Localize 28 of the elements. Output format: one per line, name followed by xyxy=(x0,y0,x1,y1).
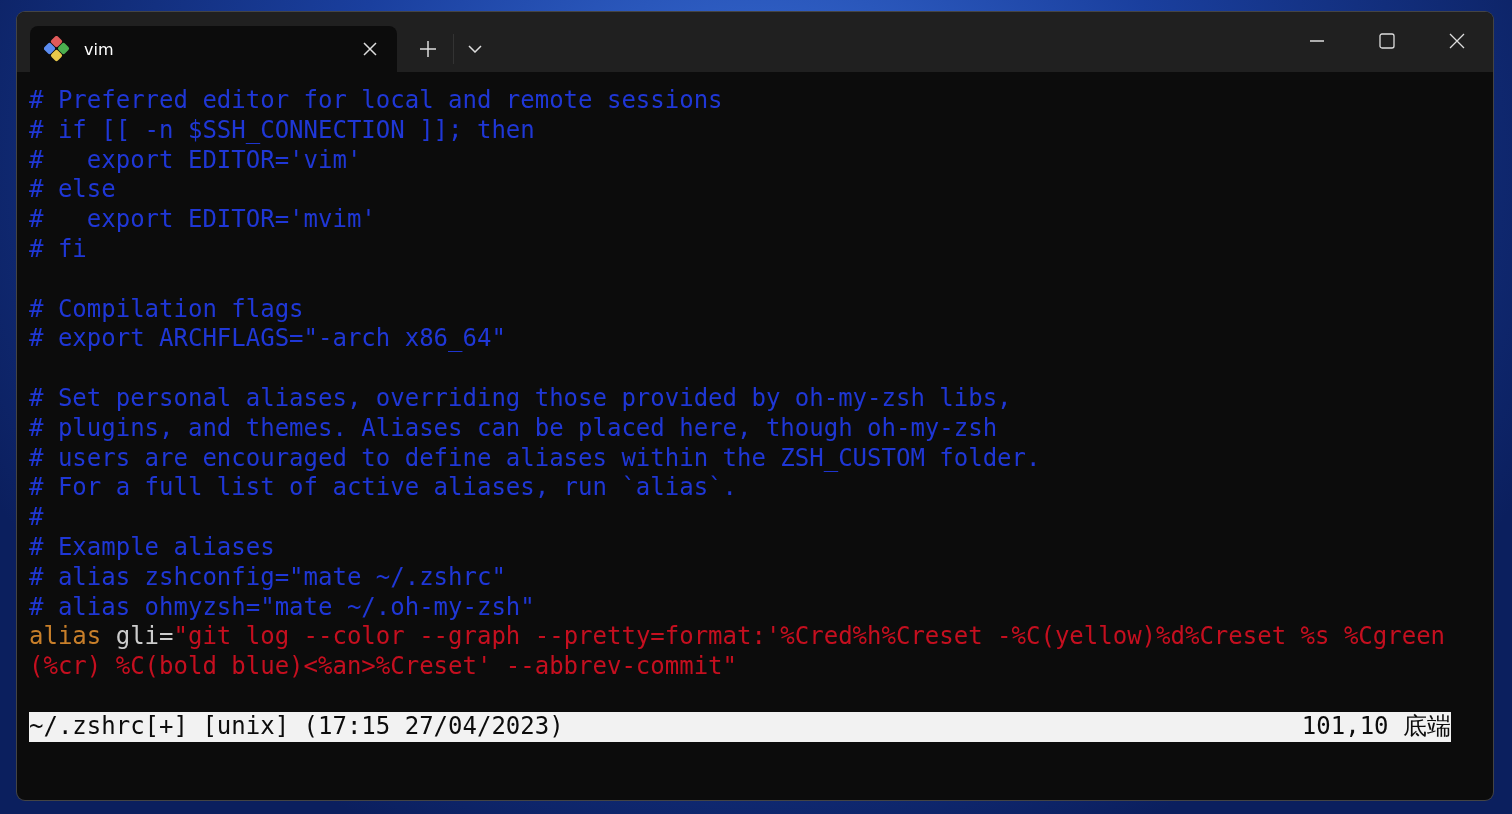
cursor-position: 101,10 底端 xyxy=(1301,711,1451,742)
comment-line: # alias ohmyzsh="mate ~/.oh-my-zsh" xyxy=(29,592,536,623)
new-tab-icon[interactable] xyxy=(419,40,437,58)
app-icon xyxy=(44,36,70,62)
comment-line: # export EDITOR='vim' xyxy=(29,145,363,176)
comment-line: # For a full list of active aliases, run `alias`. xyxy=(29,473,738,504)
close-tab-icon[interactable] xyxy=(363,42,377,56)
code-line: alias gli="git log --color --graph --pretty=format:'%Cred%h%Creset -%C(yellow)%d%Creset %s %Cgreen xyxy=(29,622,1447,653)
close-icon[interactable] xyxy=(1449,33,1465,49)
comment-line: # fi xyxy=(29,235,88,265)
comment-line: # else xyxy=(29,175,117,206)
comment-line: # plugins, and themes. Aliases can be placed here, though oh-my-zsh xyxy=(29,413,999,444)
comment-line: # export EDITOR='mvim' xyxy=(29,205,377,235)
comment-line: # Compilation flags xyxy=(29,294,305,325)
tab-title: vim xyxy=(84,39,115,59)
terminal-tab[interactable]: vim xyxy=(30,26,397,72)
comment-line: # alias zshconfig="mate ~/.zshrc" xyxy=(29,562,507,593)
comment-line: # xyxy=(29,503,45,533)
comment-line: # export ARCHFLAGS="-arch x86_64" xyxy=(29,324,507,355)
comment-line: # if [[ -n $SSH_CONNECTION ]]; then xyxy=(29,115,536,146)
code-line: (%cr) %C(bold blue)<%an>%Creset' --abbrev-commit" xyxy=(29,652,738,682)
file-info: ~/.zshrc[+] [unix] (17:15 27/04/2023) xyxy=(29,711,564,742)
dropdown-chevron-icon[interactable] xyxy=(468,45,482,53)
comment-line: # Preferred editor for local and remote sessions xyxy=(29,86,724,116)
maximize-icon[interactable] xyxy=(1379,33,1395,49)
comment-line: # Example aliases xyxy=(29,532,276,563)
comment-line: # Set personal aliases, overriding those provided by oh-my-zsh libs, xyxy=(29,383,1013,414)
comment-line: # users are encouraged to define aliases within the ZSH_CUSTOM folder. xyxy=(29,443,1042,474)
